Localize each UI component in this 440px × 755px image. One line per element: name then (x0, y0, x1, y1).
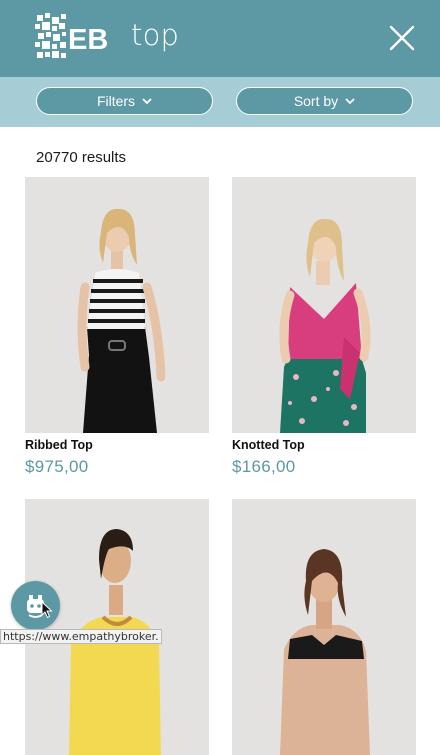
filters-button[interactable]: Filters (36, 87, 213, 115)
results-count: 20770 results (36, 149, 127, 166)
product-image[interactable] (25, 177, 209, 433)
close-icon[interactable] (387, 23, 417, 53)
logo-text: EB (68, 24, 107, 56)
sort-by-button[interactable]: Sort by (236, 87, 413, 115)
product-image[interactable] (232, 177, 416, 433)
filters-label: Filters (96, 93, 136, 109)
search-query[interactable]: top (131, 18, 179, 52)
product-title[interactable]: Ribbed Top (25, 438, 93, 452)
chevron-down-icon (345, 97, 355, 104)
mouse-cursor-icon (41, 601, 53, 619)
product-image[interactable] (232, 499, 416, 755)
product-price: $975,00 (25, 457, 89, 476)
sort-label: Sort by (293, 93, 339, 109)
product-title[interactable]: Knotted Top (232, 438, 305, 452)
filter-toolbar: Filters Sort by (0, 77, 440, 127)
eb-logo: EB (35, 13, 107, 58)
chevron-down-icon (142, 97, 152, 104)
link-status-bar: https://www.empathybroker. (0, 629, 162, 644)
product-price: $166,00 (232, 457, 296, 476)
search-header: EB top (0, 0, 440, 77)
